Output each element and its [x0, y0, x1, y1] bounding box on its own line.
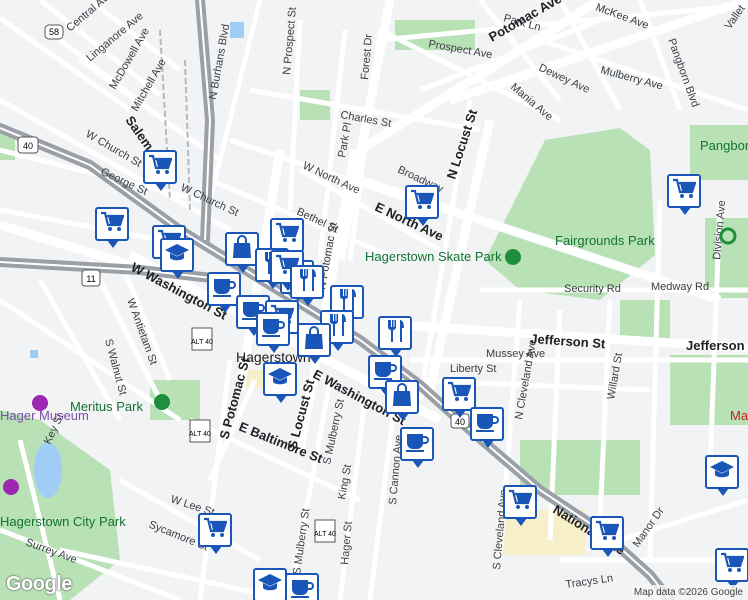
school-pin[interactable] [253, 568, 287, 600]
grocery-pin[interactable] [715, 548, 748, 589]
svg-text:11: 11 [86, 274, 95, 284]
svg-text:40: 40 [23, 141, 33, 151]
cart-icon [275, 222, 300, 249]
svg-text:ALT 40: ALT 40 [189, 431, 211, 438]
restaurant-pin[interactable] [378, 316, 412, 357]
cafe-pin[interactable] [285, 573, 319, 600]
svg-text:ALT 40: ALT 40 [314, 531, 336, 538]
bag-icon [231, 234, 253, 264]
skate-park-label: Hagerstown Skate Park [365, 249, 502, 264]
route-shield: ALT 40 [314, 519, 336, 543]
shopping-pin[interactable] [385, 380, 419, 421]
cup-icon [404, 431, 430, 458]
map-canvas[interactable]: Central Ave Linganore Ave McDowell Ave M… [0, 0, 748, 600]
grocery-pin[interactable] [442, 377, 476, 418]
tree-icon [505, 249, 521, 265]
cafe-pin[interactable] [470, 407, 504, 448]
grocery-pin[interactable] [590, 516, 624, 557]
cafe-pin[interactable] [256, 312, 290, 353]
map-base: Central Ave Linganore Ave McDowell Ave M… [0, 0, 748, 600]
grocery-pin[interactable] [143, 150, 177, 191]
museum-icon [3, 479, 19, 495]
shopping-pin[interactable] [297, 323, 331, 364]
cart-icon [148, 154, 173, 181]
route-shield: 40 [17, 136, 39, 154]
cup-icon [289, 577, 315, 600]
institute-label: Maryland Institute [730, 408, 748, 423]
bag-icon [391, 382, 413, 412]
small-pond [230, 22, 244, 38]
school-pin[interactable] [705, 455, 739, 496]
street-label: Medway Rd [651, 281, 709, 293]
park-icon [154, 394, 170, 410]
mortarboard-icon [257, 572, 283, 599]
svg-text:ALT 40: ALT 40 [191, 339, 213, 346]
cup-icon [474, 411, 500, 438]
grocery-pin[interactable] [503, 485, 537, 526]
city-park-lake [34, 442, 62, 498]
street-label: Security Rd [564, 283, 621, 295]
cart-icon [595, 520, 620, 547]
small-pond-2 [30, 350, 38, 358]
route-shield: 11 [81, 269, 101, 287]
fork-knife-icon [296, 268, 318, 297]
cup-icon [260, 316, 286, 343]
street-label: Jefferson St [686, 338, 748, 353]
street-label: Liberty St [450, 363, 496, 375]
grocery-pin[interactable] [95, 207, 129, 248]
map-attribution[interactable]: Map data ©2026 Google [628, 585, 748, 600]
grocery-pin[interactable] [270, 218, 304, 259]
cart-icon [410, 189, 435, 216]
cart-icon [447, 381, 472, 408]
cup-icon [211, 276, 237, 303]
school-pin[interactable] [160, 238, 194, 279]
bag-icon [303, 325, 325, 355]
school-pin[interactable] [263, 362, 297, 403]
route-shield: 58 [44, 24, 64, 40]
route-shield: ALT 40 [191, 327, 213, 351]
pangborn-label: Pangborn [700, 138, 748, 153]
grocery-pin[interactable] [198, 513, 232, 554]
cart-icon [100, 211, 125, 238]
route-shield: ALT 40 [189, 419, 211, 443]
svg-text:40: 40 [455, 417, 465, 427]
museum-label: Hager Museum [0, 408, 89, 423]
svg-text:58: 58 [49, 27, 59, 37]
cafe-pin[interactable] [400, 427, 434, 468]
mortarboard-icon [709, 459, 735, 486]
city-park-label: Hagerstown City Park [0, 514, 126, 529]
cart-icon [672, 178, 697, 205]
park-southeast-area [620, 300, 670, 340]
fairgrounds-label: Fairgrounds Park [555, 233, 655, 248]
restaurant-pin[interactable] [290, 265, 324, 306]
cart-icon [720, 552, 745, 579]
cart-icon [508, 489, 533, 516]
mortarboard-icon [164, 242, 190, 269]
google-logo: Google [6, 573, 72, 595]
grocery-pin[interactable] [405, 185, 439, 226]
shopping-pin[interactable] [225, 232, 259, 273]
fork-knife-icon [384, 319, 406, 348]
grocery-pin[interactable] [667, 174, 701, 215]
mortarboard-icon [267, 366, 293, 393]
cart-icon [203, 517, 228, 544]
